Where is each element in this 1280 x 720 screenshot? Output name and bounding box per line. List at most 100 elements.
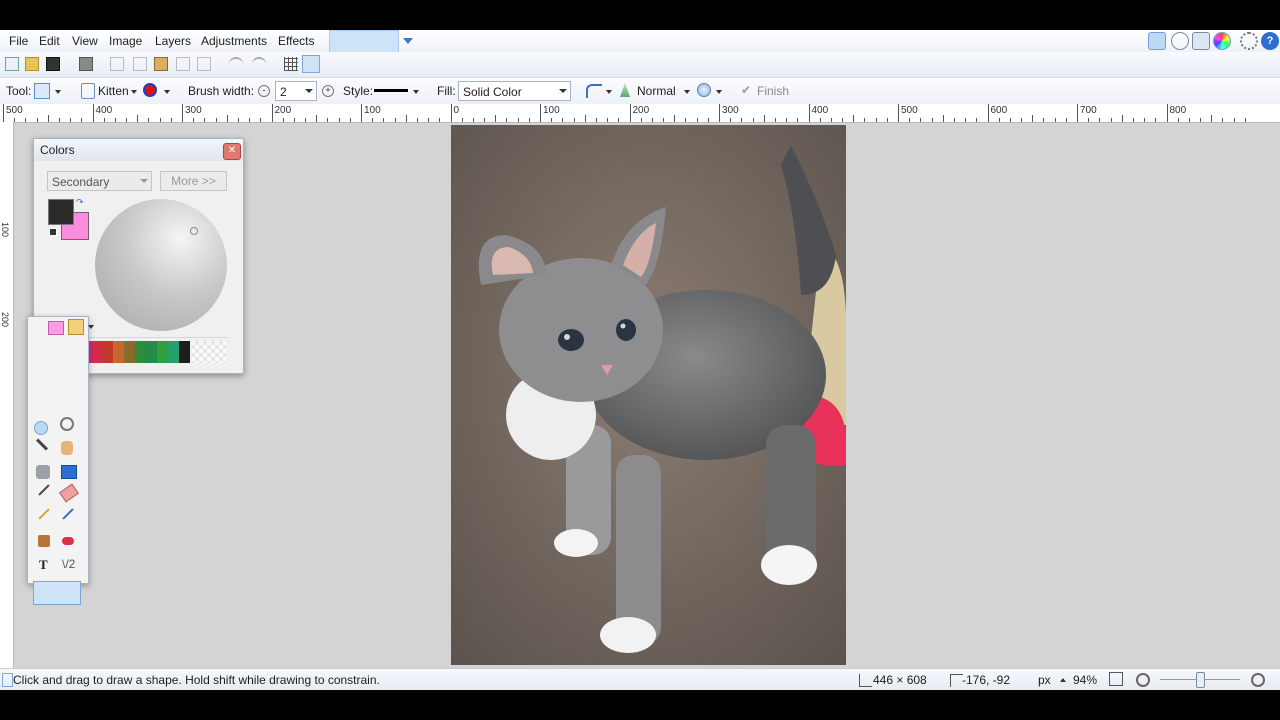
preset-chevron-icon[interactable] xyxy=(131,90,137,94)
zoom-out-icon[interactable] xyxy=(1136,673,1150,687)
paintbrush-icon[interactable] xyxy=(38,484,50,496)
palette-swatch[interactable] xyxy=(113,341,124,363)
palette-swatch[interactable] xyxy=(168,341,179,363)
clone-stamp-icon[interactable] xyxy=(38,535,50,547)
eraser-icon[interactable] xyxy=(59,483,79,503)
ruler-label: 300 xyxy=(722,105,739,116)
colors-toggle-icon[interactable] xyxy=(1213,32,1231,50)
history-toggle-icon[interactable] xyxy=(1171,32,1189,50)
blend-mode-label[interactable]: Normal xyxy=(637,84,676,98)
print-icon[interactable] xyxy=(79,57,93,71)
brush-width-decrease-icon[interactable]: - xyxy=(258,85,270,97)
shape-type-chevron-icon[interactable] xyxy=(164,90,170,94)
line-style-chevron-icon[interactable] xyxy=(413,90,419,94)
ruler-label: 500 xyxy=(6,105,23,116)
vertical-ruler: 100 200 xyxy=(0,122,14,668)
recolor-icon[interactable] xyxy=(62,537,74,545)
cut-icon[interactable] xyxy=(110,57,124,71)
selection-mode-chevron-icon[interactable] xyxy=(716,90,722,94)
brush-width-input[interactable]: 2 xyxy=(275,81,317,101)
zoom-level[interactable]: 94% xyxy=(1073,673,1097,687)
zoom-icon[interactable] xyxy=(60,417,74,431)
zoom-in-icon[interactable] xyxy=(1251,673,1265,687)
palette-swatch[interactable] xyxy=(135,341,146,363)
paste-icon[interactable] xyxy=(154,57,168,71)
zoom-slider-thumb[interactable] xyxy=(1196,672,1205,688)
color-mode-select[interactable]: Secondary xyxy=(47,171,152,191)
units-chevron-icon[interactable] xyxy=(1060,678,1066,682)
menu-edit[interactable]: Edit xyxy=(39,34,60,48)
redo-icon[interactable] xyxy=(252,57,266,71)
palette-menu-chevron-icon[interactable] xyxy=(88,325,94,329)
deselect-icon[interactable] xyxy=(197,57,211,71)
reset-colors-icon[interactable] xyxy=(49,228,57,236)
tools-window[interactable]: T \/2 xyxy=(27,316,94,605)
copy-icon[interactable] xyxy=(133,57,147,71)
fill-select[interactable]: Solid Color xyxy=(458,81,571,101)
shapes-tool-icon[interactable] xyxy=(33,581,81,605)
open-icon[interactable] xyxy=(25,57,39,71)
palette-menu-icon[interactable] xyxy=(48,321,64,335)
primary-color-swatch[interactable] xyxy=(48,199,74,225)
antialiasing-chevron-icon[interactable] xyxy=(606,90,612,94)
pan-icon[interactable] xyxy=(61,441,73,455)
line-style-swatch[interactable] xyxy=(374,89,408,92)
crop-icon[interactable] xyxy=(176,57,190,71)
save-icon[interactable] xyxy=(46,57,60,71)
ruler-minor-tick xyxy=(976,118,978,122)
palette-swatch[interactable] xyxy=(124,341,135,363)
color-wheel[interactable] xyxy=(95,199,227,331)
palette-swatch[interactable] xyxy=(157,341,168,363)
color-picker-icon[interactable] xyxy=(62,508,74,520)
image-size-icon xyxy=(859,674,872,687)
brush-width-increase-icon[interactable]: + xyxy=(322,85,334,97)
help-icon[interactable]: ? xyxy=(1261,32,1279,50)
paint-bucket-icon[interactable] xyxy=(36,465,50,479)
tool-dropdown-chevron-icon[interactable] xyxy=(55,90,61,94)
palette-swatch[interactable] xyxy=(102,341,113,363)
menu-view[interactable]: View xyxy=(72,34,98,48)
magic-wand-icon[interactable] xyxy=(35,438,49,451)
ruler-minor-tick xyxy=(797,118,799,122)
overflow-chevron-icon[interactable] xyxy=(403,38,413,44)
tools-toggle-icon[interactable] xyxy=(1148,32,1166,50)
palette-swatch[interactable] xyxy=(146,341,157,363)
shape-tool-icon[interactable] xyxy=(34,83,50,99)
menu-image[interactable]: Image xyxy=(109,34,142,48)
close-icon[interactable]: ✕ xyxy=(223,143,241,160)
menu-layers[interactable]: Layers xyxy=(155,34,191,48)
layers-toggle-icon[interactable] xyxy=(1192,32,1210,50)
menu-effects[interactable]: Effects xyxy=(278,34,314,48)
pencil-icon[interactable] xyxy=(38,508,50,520)
palette-swatch[interactable] xyxy=(91,341,102,363)
units-selector[interactable]: px xyxy=(1038,673,1051,687)
cursor-position: -176, -92 xyxy=(962,673,1011,687)
palette-swatch[interactable] xyxy=(179,341,190,363)
zoom-to-window-icon[interactable] xyxy=(1109,672,1123,686)
antialiasing-icon[interactable] xyxy=(586,84,602,98)
gradient-icon[interactable] xyxy=(61,465,77,479)
menu-adjustments[interactable]: Adjustments xyxy=(201,34,267,48)
grid-icon[interactable] xyxy=(284,57,298,71)
shape-type-icon[interactable] xyxy=(143,83,157,97)
undo-icon[interactable] xyxy=(229,57,243,71)
more-button[interactable]: More >> xyxy=(160,171,227,191)
menu-file[interactable]: File xyxy=(9,34,28,48)
gear-icon[interactable] xyxy=(1240,32,1258,50)
new-icon[interactable] xyxy=(5,57,19,71)
blend-mode-chevron-icon[interactable] xyxy=(684,90,690,94)
selection-mode-icon[interactable] xyxy=(697,83,711,97)
image-canvas[interactable] xyxy=(451,125,846,665)
ruler-major-tick xyxy=(450,104,452,122)
ruler-minor-tick xyxy=(909,118,911,122)
palette-folder-icon[interactable] xyxy=(68,319,84,335)
text-tool-icon[interactable]: T xyxy=(39,557,59,577)
finish-button[interactable]: Finish xyxy=(757,84,789,98)
swap-colors-icon[interactable]: ↷ xyxy=(76,197,84,208)
color-wheel-marker[interactable] xyxy=(190,227,198,235)
preset-label[interactable]: Kitten xyxy=(98,84,129,98)
line-curve-icon[interactable]: \/2 xyxy=(62,557,82,577)
ellipse-select-icon[interactable] xyxy=(34,421,48,435)
ruler-icon[interactable] xyxy=(302,55,320,73)
colors-titlebar[interactable]: Colors ✕ xyxy=(34,139,243,161)
